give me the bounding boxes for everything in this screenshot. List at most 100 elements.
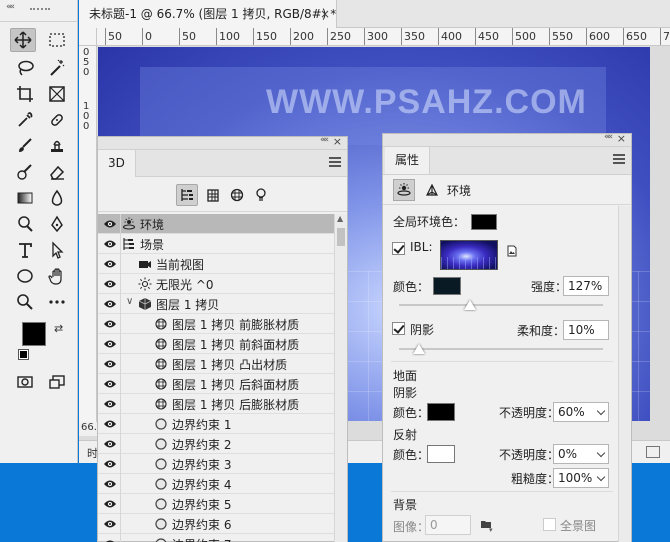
move-tool-icon[interactable]	[10, 28, 36, 52]
foreground-color-swatch[interactable]	[22, 322, 46, 346]
image-field[interactable]: 0	[425, 515, 471, 535]
expand-chevron-icon[interactable]: ∨	[126, 296, 133, 307]
tab-3d[interactable]: 3D	[98, 150, 136, 177]
zoom-level-field[interactable]: 66.	[79, 422, 97, 436]
tab-properties[interactable]: 属性	[385, 147, 431, 174]
dodge-tool-icon[interactable]	[12, 212, 38, 236]
folder-dropdown-icon[interactable]: ▾	[489, 526, 493, 534]
visibility-eye-icon[interactable]	[100, 254, 120, 274]
history-brush-tool-icon[interactable]	[12, 160, 38, 184]
visibility-eye-icon[interactable]	[100, 334, 120, 354]
visibility-eye-icon[interactable]	[100, 414, 120, 434]
pen-tool-icon[interactable]	[44, 212, 70, 236]
reflection-opacity-field[interactable]: 0%	[553, 444, 609, 464]
material-filter-icon[interactable]	[226, 184, 248, 206]
path-selection-tool-icon[interactable]	[44, 238, 70, 262]
intensity-slider[interactable]	[399, 300, 603, 310]
light-filter-icon[interactable]	[250, 184, 272, 206]
ellipse-tool-icon[interactable]	[12, 264, 38, 288]
ruler-origin[interactable]	[79, 28, 97, 46]
environment-icon[interactable]	[393, 179, 415, 201]
panel-menu-icon[interactable]	[613, 154, 625, 164]
visibility-eye-icon[interactable]	[100, 534, 120, 542]
scene-row[interactable]: ∨ 图层 1 拷贝	[98, 294, 334, 314]
properties-panel-header[interactable]: «« ×	[383, 132, 631, 147]
visibility-eye-icon[interactable]	[100, 234, 120, 254]
visibility-eye-icon[interactable]	[100, 314, 120, 334]
visibility-eye-icon[interactable]	[100, 294, 120, 314]
close-document-icon[interactable]: ×	[320, 0, 330, 28]
collapse-icon[interactable]: ««	[320, 135, 329, 145]
ibl-checkbox[interactable]	[392, 242, 405, 255]
softness-slider-knob[interactable]	[413, 344, 426, 354]
ibl-color-swatch[interactable]	[433, 277, 461, 295]
scene-row[interactable]: 图层 1 拷贝 凸出材质	[98, 354, 334, 374]
visibility-eye-icon[interactable]	[100, 274, 120, 294]
screen-mode-icon[interactable]	[44, 370, 70, 394]
clone-stamp-tool-icon[interactable]	[44, 134, 70, 158]
softness-slider[interactable]	[399, 344, 603, 354]
shadow-checkbox[interactable]	[392, 322, 405, 335]
scene-row[interactable]: 边界约束 1	[98, 414, 334, 434]
eyedropper-tool-icon[interactable]	[12, 108, 38, 132]
edit-texture-icon[interactable]	[506, 245, 518, 257]
zoom-tool-icon[interactable]	[12, 290, 38, 314]
lasso-tool-icon[interactable]	[12, 56, 38, 80]
type-tool-icon[interactable]	[12, 238, 38, 262]
collapse-icon[interactable]: ««	[604, 132, 613, 142]
panorama-checkbox[interactable]	[543, 518, 556, 531]
properties-scrollbar[interactable]	[618, 206, 631, 542]
more-tools-icon[interactable]	[44, 290, 70, 314]
drag-handle-icon[interactable]	[30, 8, 50, 12]
magic-wand-tool-icon[interactable]	[44, 56, 70, 80]
scene-row[interactable]: 边界约束 4	[98, 474, 334, 494]
softness-field[interactable]: 10%	[563, 320, 609, 340]
scene-row[interactable]: 无限光 ^0	[98, 274, 334, 294]
scene-row[interactable]: 图层 1 拷贝 后膨胀材质	[98, 394, 334, 414]
scene-row[interactable]: 边界约束 6	[98, 514, 334, 534]
ground-shadow-color-swatch[interactable]	[427, 403, 455, 421]
rect-marquee-tool-icon[interactable]	[44, 28, 70, 52]
mesh-filter-icon[interactable]	[202, 184, 224, 206]
panel-menu-icon[interactable]	[329, 157, 341, 167]
scene-list-scrollbar[interactable]: ▲	[334, 214, 347, 542]
visibility-eye-icon[interactable]	[100, 474, 120, 494]
hand-tool-icon[interactable]	[44, 264, 70, 288]
intensity-slider-knob[interactable]	[464, 300, 477, 310]
visibility-eye-icon[interactable]	[100, 374, 120, 394]
scene-row[interactable]: 边界约束 5	[98, 494, 334, 514]
3d-panel-header[interactable]: «« ×	[98, 135, 347, 150]
brush-tool-icon[interactable]	[12, 134, 38, 158]
scene-row[interactable]: 图层 1 拷贝 前膨胀材质	[98, 314, 334, 334]
status-toggle-icon[interactable]	[646, 446, 660, 458]
visibility-eye-icon[interactable]	[100, 354, 120, 374]
roughness-field[interactable]: 100%	[553, 468, 609, 488]
vertical-ruler[interactable]: 050100	[79, 46, 97, 422]
default-colors-icon[interactable]	[18, 349, 29, 360]
visibility-eye-icon[interactable]	[100, 514, 120, 534]
gradient-tool-icon[interactable]	[12, 186, 38, 210]
close-icon[interactable]: ×	[617, 132, 626, 145]
eraser-tool-icon[interactable]	[44, 160, 70, 184]
close-icon[interactable]: ×	[333, 135, 342, 148]
scene-row[interactable]: 图层 1 拷贝 后斜面材质	[98, 374, 334, 394]
scroll-thumb[interactable]	[337, 228, 345, 246]
scene-row[interactable]: 边界约束 2	[98, 434, 334, 454]
horizontal-ruler[interactable]: 50 0 50 100 150 200 250 300 350 400 450 500 550 600 65…	[97, 28, 670, 46]
scene-row[interactable]: 环境	[98, 214, 334, 234]
healing-brush-tool-icon[interactable]	[44, 108, 70, 132]
visibility-eye-icon[interactable]	[100, 494, 120, 514]
intensity-field[interactable]: 127%	[563, 276, 609, 296]
frame-tool-icon[interactable]	[44, 82, 70, 106]
scene-row[interactable]: 图层 1 拷贝 前斜面材质	[98, 334, 334, 354]
visibility-eye-icon[interactable]	[100, 434, 120, 454]
scene-icon[interactable]	[423, 181, 441, 199]
tools-panel-grip[interactable]: ««	[0, 0, 78, 22]
collapse-icon[interactable]: ««	[6, 2, 15, 12]
global-ambient-swatch[interactable]	[471, 214, 497, 230]
ground-shadow-opacity-field[interactable]: 60%	[553, 402, 609, 422]
visibility-eye-icon[interactable]	[100, 394, 120, 414]
scene-filter-icon[interactable]	[176, 184, 198, 206]
crop-tool-icon[interactable]	[12, 82, 38, 106]
document-tab[interactable]: 未标题-1 @ 66.7% (图层 1 拷贝, RGB/8#) * ×	[79, 0, 337, 28]
